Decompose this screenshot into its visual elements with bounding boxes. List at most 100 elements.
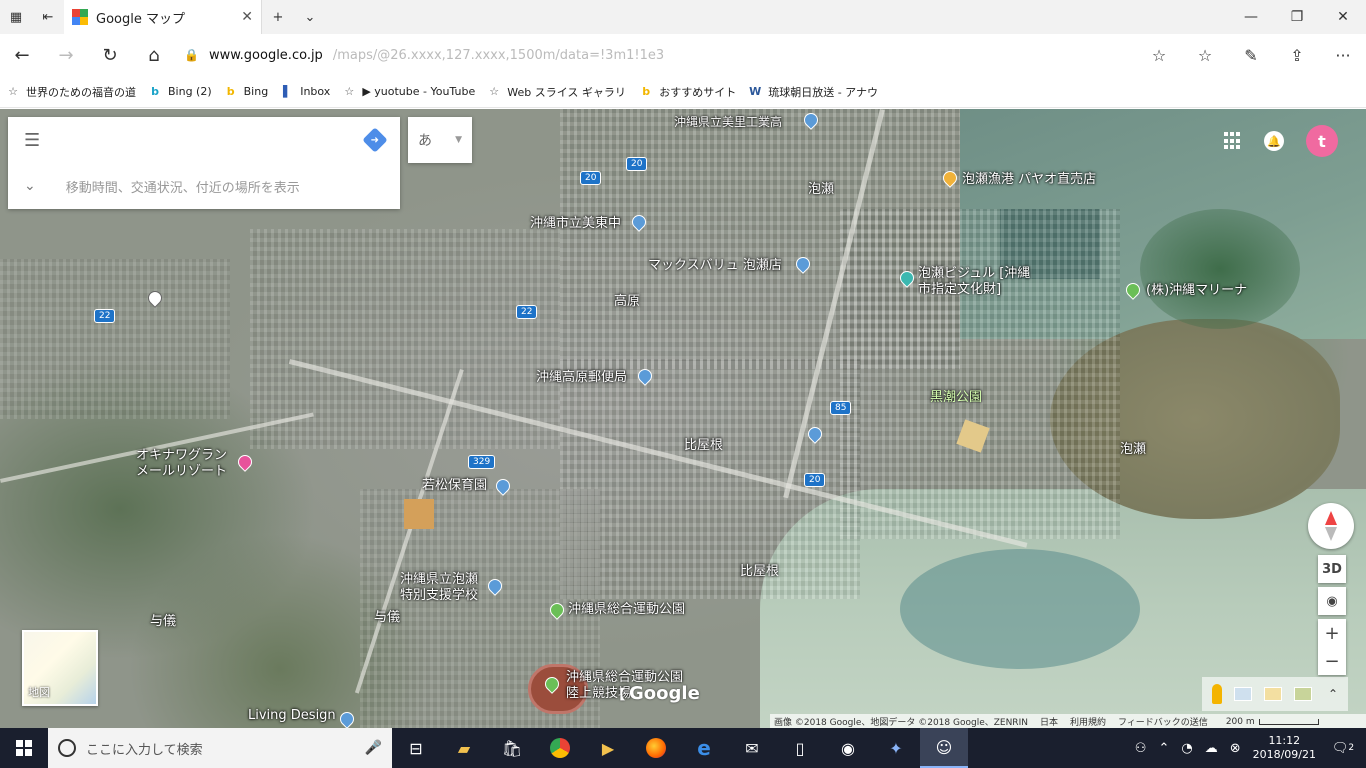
web-notes-button[interactable]: ✎ xyxy=(1228,34,1274,76)
imagery-thumbnail-icon[interactable] xyxy=(1264,687,1282,701)
feedback-link[interactable]: フィードバックの送信 xyxy=(1118,715,1208,728)
chevron-down-icon[interactable]: ⌄ xyxy=(24,178,36,194)
zoom-in-button[interactable]: + xyxy=(1318,619,1346,647)
document-icon[interactable]: ▯ xyxy=(776,728,824,768)
imagery-thumbnail-icon[interactable] xyxy=(1294,687,1312,701)
refresh-button[interactable]: ↻ xyxy=(88,34,132,76)
country-link[interactable]: 日本 xyxy=(1040,715,1058,728)
map-label[interactable]: Living Design xyxy=(248,709,336,723)
microphone-icon[interactable]: 🎤 xyxy=(365,740,382,756)
favorite-icon: ☆ xyxy=(489,85,500,98)
directions-icon[interactable]: ➜ xyxy=(362,127,388,153)
more-button[interactable]: ··· xyxy=(1320,34,1366,76)
tab-google-maps[interactable]: Google マップ ✕ xyxy=(64,0,262,34)
notifications-bell-icon[interactable]: 🔔 xyxy=(1264,131,1284,151)
map-label[interactable]: マックスバリュ 泡瀬店 xyxy=(648,259,782,273)
favorite-item[interactable]: ▌ Inbox xyxy=(280,85,330,99)
maximize-button[interactable]: ❐ xyxy=(1274,0,1320,34)
pegman-icon[interactable] xyxy=(1212,684,1222,704)
tab-preview-button[interactable]: ⌄ xyxy=(294,0,326,34)
favorite-item[interactable]: ☆ ▶ yuotube - YouTube xyxy=(342,85,475,99)
map-label[interactable]: 沖縄高原郵便局 xyxy=(536,371,627,385)
chevron-up-icon[interactable]: ⌃ xyxy=(1158,741,1169,756)
map-label[interactable]: 沖縄市立美東中 xyxy=(530,217,621,231)
tab-close-icon[interactable]: ✕ xyxy=(241,9,253,25)
map-label[interactable]: 沖縄県総合運動公園 xyxy=(568,603,685,617)
tab-actions-icon[interactable]: ▦ xyxy=(0,0,32,34)
map-label[interactable]: 若松保育園 xyxy=(422,479,487,493)
home-button[interactable]: ⌂ xyxy=(132,34,176,76)
wifi-icon[interactable]: ◔ xyxy=(1181,741,1192,756)
map-label[interactable]: 泡瀬漁港 パヤオ直売店 xyxy=(962,173,1096,187)
task-view-icon[interactable]: ⊟ xyxy=(392,728,440,768)
map-label: 比屋根 xyxy=(684,438,724,453)
people-icon[interactable]: ⚇ xyxy=(1135,741,1147,756)
favorite-item[interactable]: b Bing xyxy=(224,85,269,99)
mail-icon[interactable]: ✉ xyxy=(728,728,776,768)
favorite-item[interactable]: ☆ 世界のための福音の道 xyxy=(6,84,136,100)
map-label[interactable]: (株)沖縄マリーナ xyxy=(1146,284,1247,298)
account-avatar[interactable]: t xyxy=(1306,125,1338,157)
clock[interactable]: 11:12 2018/09/21 xyxy=(1253,734,1316,762)
set-aside-tabs-icon[interactable]: ⇤ xyxy=(32,0,64,34)
map-label[interactable]: メールリゾート xyxy=(136,465,227,479)
onedrive-cloud-icon[interactable]: ☁ xyxy=(1205,741,1218,756)
minimize-button[interactable]: — xyxy=(1228,0,1274,34)
url-field[interactable]: 🔒 www.google.co.jp /maps/@26.xxxx,127.xx… xyxy=(176,40,1136,70)
map-type-toggle[interactable]: 地図 xyxy=(22,630,98,706)
map-label[interactable]: 沖縄県立泡瀬 xyxy=(400,573,478,587)
3d-toggle-button[interactable]: 3D xyxy=(1318,555,1346,583)
expand-icon[interactable]: ⌃ xyxy=(1328,687,1338,701)
close-window-button[interactable]: ✕ xyxy=(1320,0,1366,34)
imagery-thumbnail-icon[interactable] xyxy=(1234,687,1252,701)
media-player-icon[interactable]: ▶ xyxy=(584,728,632,768)
action-center-button[interactable]: 🗨 2 xyxy=(1328,741,1358,756)
favorite-item[interactable]: b Bing (2) xyxy=(148,85,212,99)
compass-control[interactable] xyxy=(1308,503,1354,549)
chrome-icon[interactable] xyxy=(536,728,584,768)
apps-grid-icon[interactable] xyxy=(1224,132,1242,150)
forward-button[interactable]: → xyxy=(44,34,88,76)
search-input[interactable] xyxy=(60,125,352,155)
hotel-pin-icon[interactable] xyxy=(235,452,255,472)
explore-nearby-row[interactable]: ⌄ 移動時間、交通状況、付近の場所を表示 xyxy=(8,163,400,209)
share-button[interactable]: ⇪ xyxy=(1274,34,1320,76)
satellite-map[interactable]: 沖縄県立美里工業高 泡瀬 泡瀬漁港 パヤオ直売店 沖縄市立美東中 マックスバリュ… xyxy=(0,109,1366,729)
favorites-hub-button[interactable]: ☆ xyxy=(1182,34,1228,76)
volume-muted-icon[interactable]: ⊗ xyxy=(1230,741,1241,756)
start-button[interactable] xyxy=(0,728,48,768)
store-icon[interactable]: 🛍 xyxy=(488,728,536,768)
map-label[interactable]: オキナワグラン xyxy=(136,449,227,463)
notification-count: 2 xyxy=(1348,743,1355,753)
map-label[interactable]: 市指定文化財] xyxy=(918,283,1001,297)
minimap-label: 地図 xyxy=(28,686,50,699)
favorite-item[interactable]: W 琉球朝日放送 - アナウ xyxy=(748,84,878,100)
map-label[interactable]: 黒潮公園 xyxy=(930,391,982,405)
route-shield: 20 xyxy=(580,171,602,185)
photo-app-icon[interactable]: ◉ xyxy=(824,728,872,768)
back-button[interactable]: ← xyxy=(0,34,44,76)
add-favorite-button[interactable]: ☆ xyxy=(1136,34,1182,76)
map-label[interactable]: 特別支援学校 xyxy=(400,589,478,603)
favorite-label: Inbox xyxy=(300,85,331,98)
zoom-out-button[interactable]: − xyxy=(1318,647,1346,675)
new-tab-button[interactable]: + xyxy=(262,0,294,34)
edge-icon[interactable]: e xyxy=(680,728,728,768)
layers-strip: ⌃ xyxy=(1202,677,1348,711)
taskbar-search[interactable]: ここに入力して検索 🎤 xyxy=(48,728,392,768)
ime-selector[interactable]: あ ▼ xyxy=(408,117,472,163)
file-explorer-icon[interactable]: ▰ xyxy=(440,728,488,768)
compass-south-icon xyxy=(1325,527,1337,541)
favorite-item[interactable]: b おすすめサイト xyxy=(639,84,736,100)
firefox-icon[interactable] xyxy=(632,728,680,768)
menu-icon[interactable]: ☰ xyxy=(24,130,46,151)
map-label[interactable]: 沖縄県立美里工業高 xyxy=(674,115,782,129)
favorite-item[interactable]: ☆ Web スライス ギャラリー xyxy=(487,84,627,100)
active-app-icon[interactable]: ☺ xyxy=(920,728,968,768)
my-location-button[interactable]: ◉ xyxy=(1318,587,1346,615)
shop-pin-icon[interactable] xyxy=(337,709,357,729)
game-app-icon[interactable]: ✦ xyxy=(872,728,920,768)
terms-link[interactable]: 利用規約 xyxy=(1070,715,1106,728)
scale-bar[interactable]: 200 m xyxy=(1226,717,1319,727)
map-label[interactable]: 泡瀬ビジュル [沖縄 xyxy=(918,267,1030,281)
